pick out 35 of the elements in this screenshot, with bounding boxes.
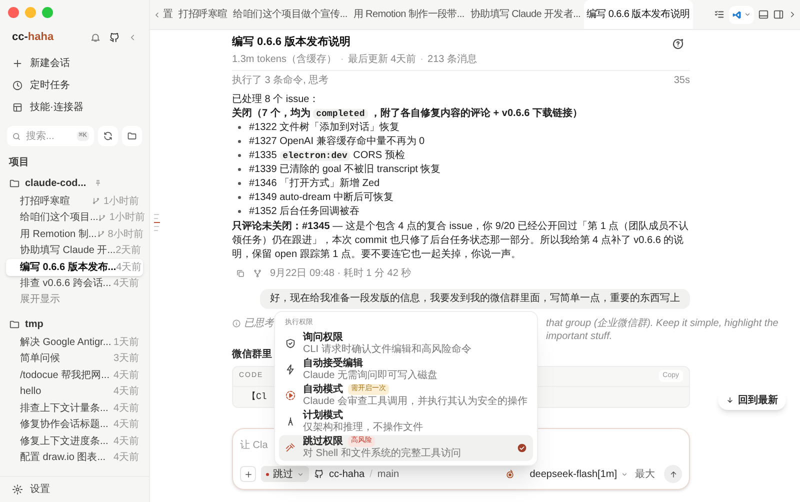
list-item: #1335 electron:dev CORS 预检 xyxy=(249,148,405,162)
chat-title: 编写 0.6.6 版本发布说明 xyxy=(232,34,352,50)
paragraph: 只评论未关闭：#1345 — 这是个包含 4 点的复合 issue，你 9/20 已经公开回过「第 1 点（团队成员不认领任务）仍在跟进」，本次 commit 也只修了后台任务状态那一部分。所以我给第 4 点补了 v0.6.6 的说明，保留 open 跟踪第 1 点。要不要连它也一起关掉，你说一声。 xyxy=(232,220,690,262)
option-description: 对 Shell 和文件系统的完整工具访问 xyxy=(303,448,461,460)
paragraph: 已处理 8 个 issue： xyxy=(232,92,320,106)
section-heading: 项目 xyxy=(8,156,30,170)
option-title: 询问权限 xyxy=(303,332,343,344)
app-title: cc-haha xyxy=(12,30,54,45)
list-item: #1346 「打开方式」新增 Zed xyxy=(249,176,380,190)
option-description: CLI 请求时确认文件编辑和高风险命令 xyxy=(303,344,472,356)
code-text: 【Cl xyxy=(247,390,267,404)
paragraph: 关闭（7 个，均为 completed ，附了各自修复内容的评论 + v0.6.6 下载链接） xyxy=(232,106,584,120)
list-item: #1352 后台任务回调被吞 xyxy=(249,204,360,218)
option-title: 计划模式 xyxy=(303,410,343,422)
list-item: #1339 已清除的 goal 不被旧 transcript 恢复 xyxy=(249,162,441,176)
separator: / xyxy=(370,468,372,482)
list-item: #1322 文件树「添加到对话」恢复 xyxy=(249,120,400,134)
thinking-text: that group (企业微信群). Keep it simple, highlight the important stuff. xyxy=(546,316,780,342)
user-message: 好，现在给我准备一段发版的信息，我要发到我的微信群里面，写简单一点，重要的东西写上 xyxy=(260,288,690,308)
option-description: 仅架构和推理，不操作文件 xyxy=(303,422,423,434)
chat-meta: 最后更新 4天前 xyxy=(348,52,416,66)
option-title: 自动模式 xyxy=(303,384,343,396)
option-title: 跳过权限 xyxy=(303,436,343,448)
chat-meta: 213 条消息 xyxy=(428,52,477,66)
option-title: 自动接受编辑 xyxy=(303,358,363,370)
option-description: Claude 无需询问即可写入磁盘 xyxy=(303,370,438,382)
section-heading: 微信群里 xyxy=(232,348,272,362)
separator: · xyxy=(420,52,424,66)
separator: · xyxy=(340,52,344,66)
option-description: Claude 会审查工具调用，并执行其认为安全的操作 xyxy=(303,396,528,408)
duration-label: 35s xyxy=(674,74,690,88)
list-item: #1349 auto-dream 中断后可恢复 xyxy=(249,190,394,204)
message-meta: 9月22日 09:48 · 耗时 1 分 42 秒 xyxy=(270,266,412,280)
list-item: #1327 OpenAI 兼容缓存命中量不再为 0 xyxy=(249,134,425,148)
chat-meta: 1.3m tokens（含缓存） xyxy=(232,52,336,66)
